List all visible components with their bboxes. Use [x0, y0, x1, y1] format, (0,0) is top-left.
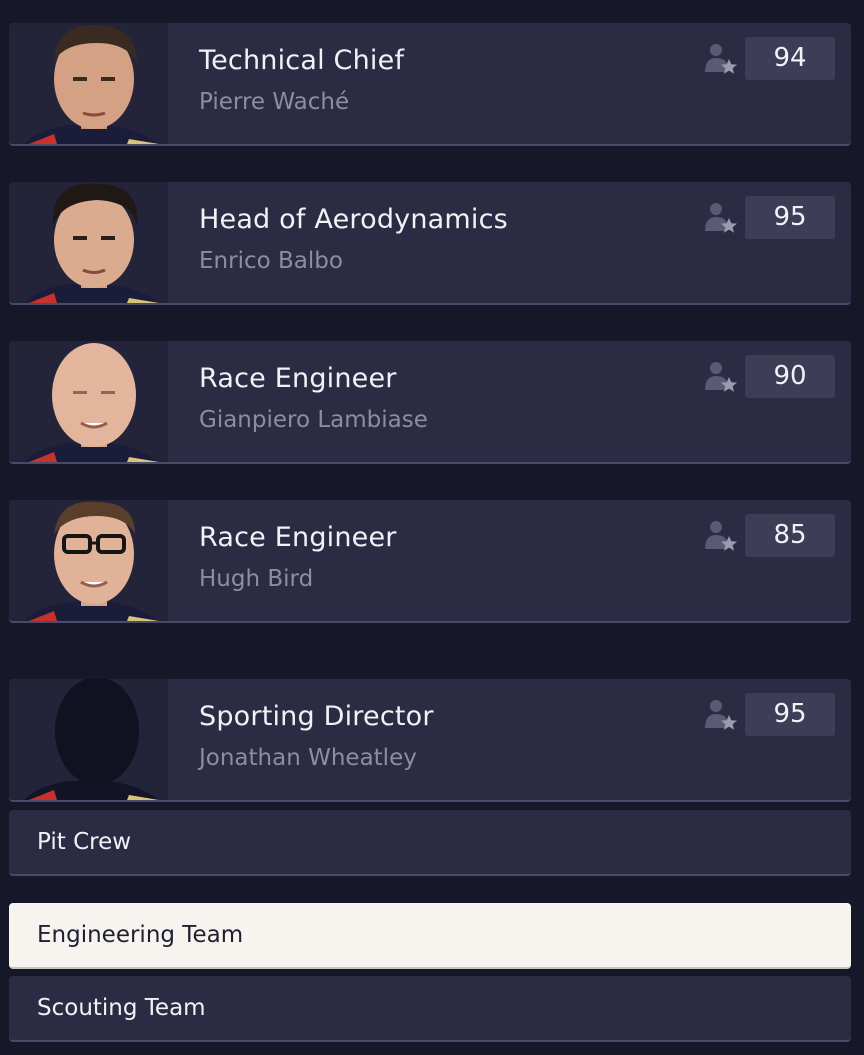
tab-scouting-team[interactable]: Scouting Team [9, 976, 851, 1042]
staff-portrait [9, 23, 168, 144]
tab-engineering-team[interactable]: Engineering Team [9, 903, 851, 969]
staff-portrait [9, 182, 168, 303]
staff-portrait [9, 341, 168, 462]
staff-portrait [9, 500, 168, 621]
staff-rating: 85 [745, 514, 835, 557]
staff-card-sporting-director[interactable]: Sporting Director Jonathan Wheatley 95 [9, 679, 851, 802]
staff-card-race-engineer-2[interactable]: Race Engineer Hugh Bird 85 [9, 500, 851, 623]
staff-role: Race Engineer [199, 363, 397, 394]
staff-name: Hugh Bird [199, 566, 314, 592]
staff-rating: 94 [745, 37, 835, 80]
staff-name: Pierre Waché [199, 89, 350, 115]
staff-role: Head of Aerodynamics [199, 204, 508, 235]
person-star-icon [705, 44, 737, 74]
staff-name: Enrico Balbo [199, 248, 343, 274]
staff-card-race-engineer-1[interactable]: Race Engineer Gianpiero Lambiase 90 [9, 341, 851, 464]
staff-rating: 95 [745, 196, 835, 239]
staff-role: Sporting Director [199, 701, 434, 732]
staff-rating: 95 [745, 693, 835, 736]
staff-rating: 90 [745, 355, 835, 398]
staff-card-technical-chief[interactable]: Technical Chief Pierre Waché 94 [9, 23, 851, 146]
person-star-icon [705, 521, 737, 551]
person-star-icon [705, 362, 737, 392]
staff-name: Gianpiero Lambiase [199, 407, 428, 433]
person-star-icon [705, 203, 737, 233]
staff-card-head-of-aerodynamics[interactable]: Head of Aerodynamics Enrico Balbo 95 [9, 182, 851, 305]
staff-name: Jonathan Wheatley [199, 745, 417, 771]
tab-pit-crew[interactable]: Pit Crew [9, 810, 851, 876]
staff-role: Race Engineer [199, 522, 397, 553]
person-star-icon [705, 700, 737, 730]
staff-role: Technical Chief [199, 45, 405, 76]
staff-portrait-silhouette [9, 679, 168, 800]
